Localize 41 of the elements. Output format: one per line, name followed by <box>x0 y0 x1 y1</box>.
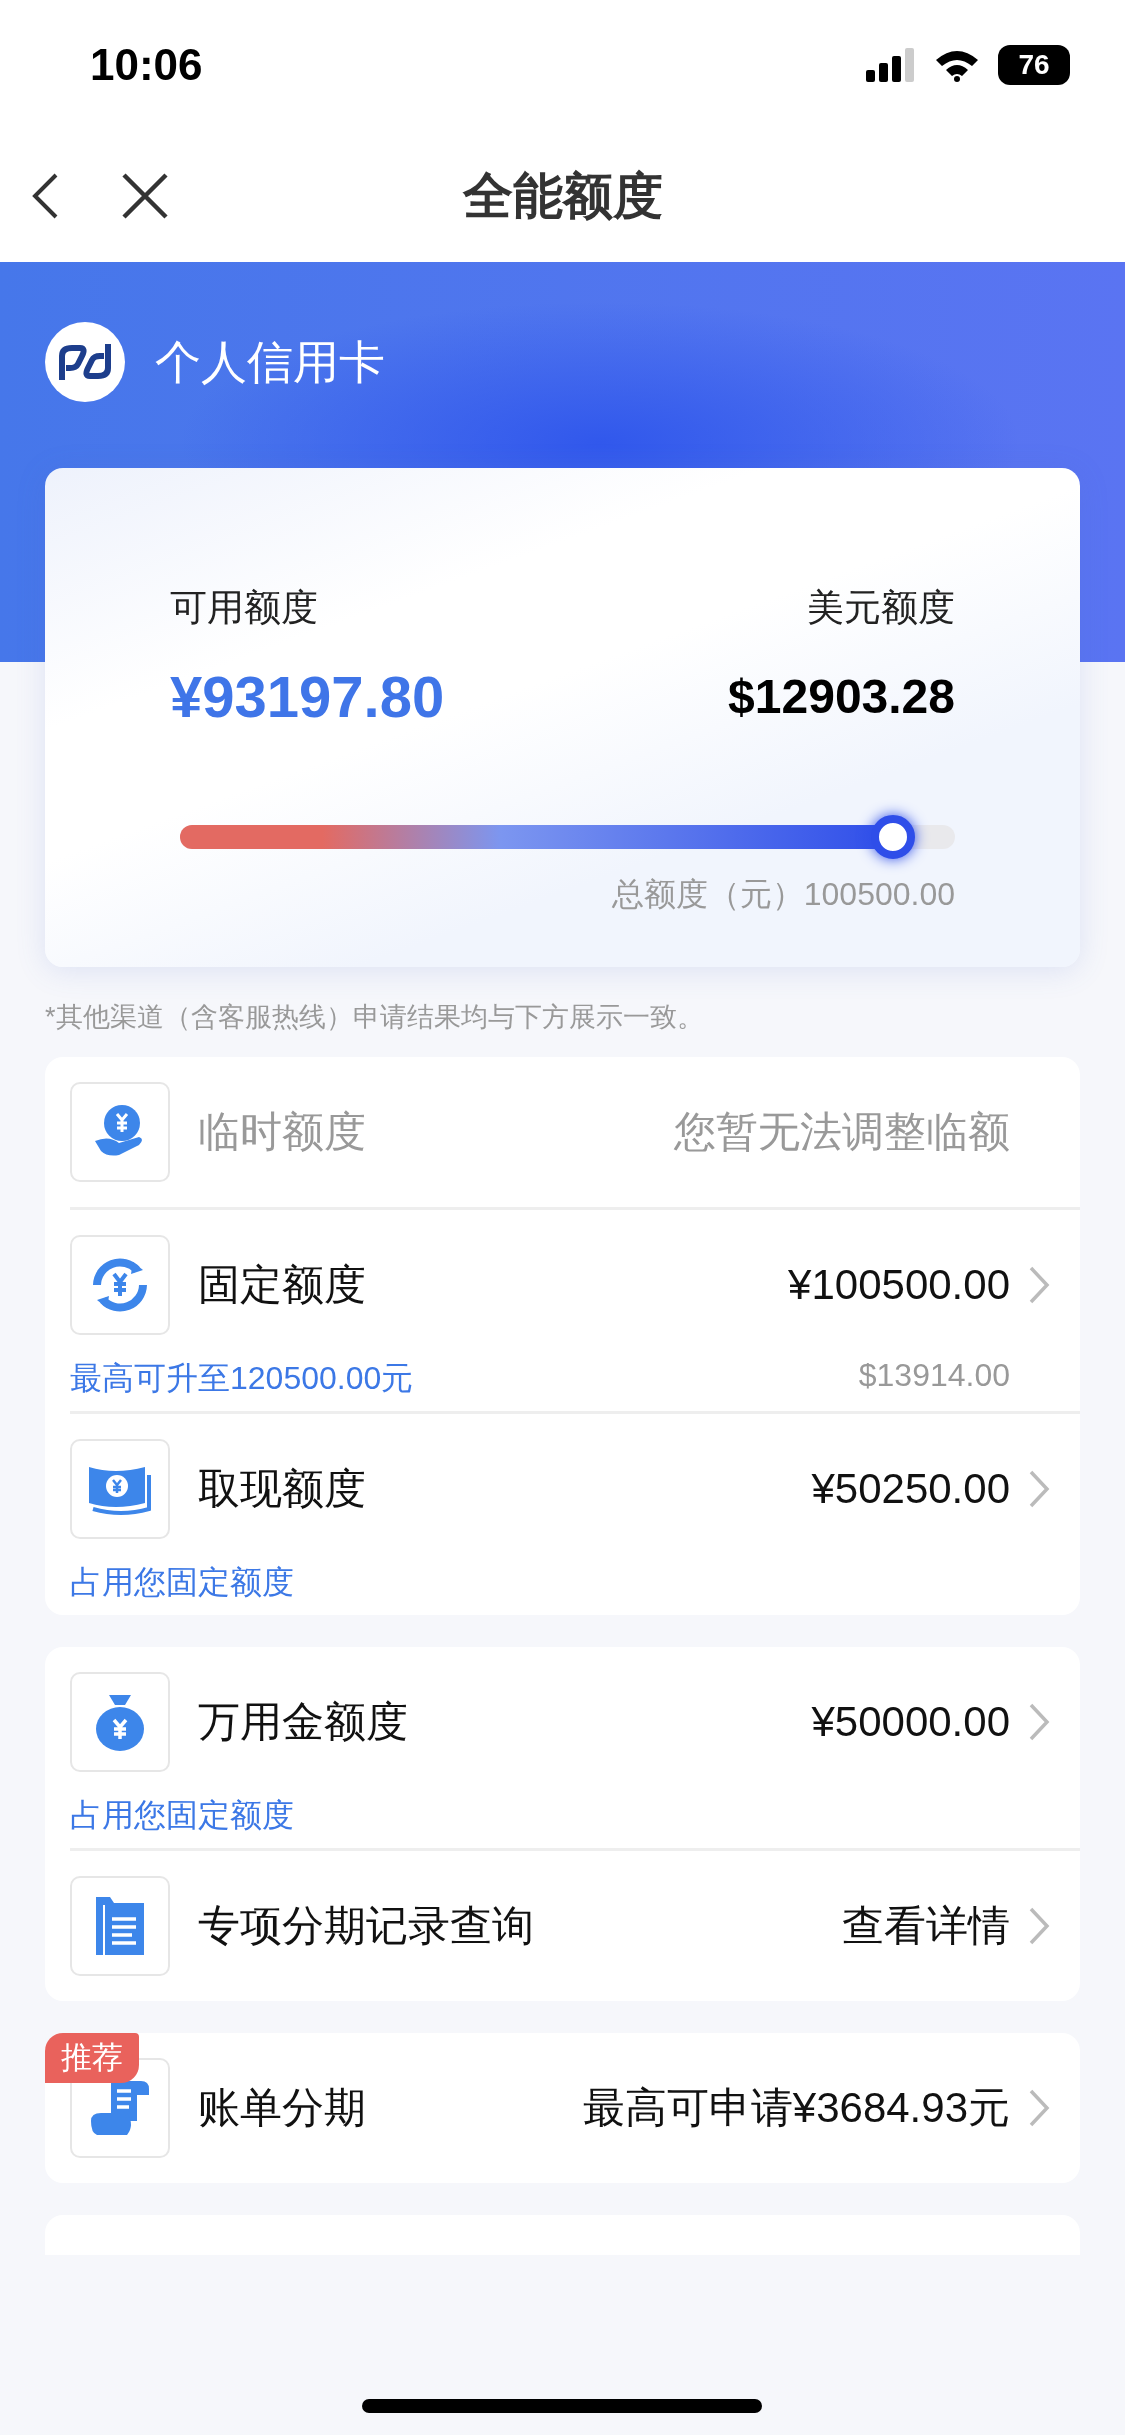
available-credit-amount: ¥93197.80 <box>170 663 445 730</box>
status-time: 10:06 <box>90 40 203 90</box>
chevron-right-icon <box>1028 1265 1050 1305</box>
chevron-right-icon <box>1028 2088 1050 2128</box>
row-note: 最高可升至120500.00元 <box>70 1359 414 1398</box>
slider-thumb <box>871 815 915 859</box>
available-credit-label: 可用额度 <box>170 586 318 630</box>
row-note: 占用您固定额度 <box>70 1796 294 1835</box>
chevron-right-icon <box>1028 1906 1050 1946</box>
total-credit-text: 总额度（元）100500.00 <box>611 875 955 914</box>
page-title: 全能额度 <box>462 166 663 226</box>
row-value: 最高可申请¥3684.93元 <box>582 2083 1010 2133</box>
row-value: 查看详情 <box>842 1901 1010 1951</box>
row-value: 您暂无法调整临额 <box>674 1107 1010 1157</box>
battery-indicator: 76 <box>998 45 1070 85</box>
chevron-right-icon <box>1028 1469 1050 1509</box>
close-button[interactable] <box>120 171 170 221</box>
credit-row[interactable]: 万用金额度 ¥50000.00 占用您固定额度 <box>70 1647 1080 1848</box>
recommend-badge: 推荐 <box>45 2033 139 2083</box>
row-label: 专项分期记录查询 <box>198 1901 535 1951</box>
credit-row[interactable]: 固定额度 ¥100500.00 最高可升至120500.00元 $13914.00 <box>70 1207 1080 1411</box>
row-label: 账单分期 <box>198 2083 367 2133</box>
row-label: 临时额度 <box>198 1107 367 1157</box>
notice-text: *其他渠道（含客服热线）申请结果均与下方展示一致。 <box>44 1001 705 1034</box>
row-value: ¥50000.00 <box>811 1698 1010 1746</box>
usd-credit-amount: $12903.28 <box>728 669 955 724</box>
row-label: 固定额度 <box>198 1260 367 1310</box>
row-label: 取现额度 <box>198 1464 367 1514</box>
back-button[interactable] <box>30 171 60 221</box>
credit-row[interactable]: 专项分期记录查询 查看详情 <box>70 1848 1080 2001</box>
row-note: 占用您固定额度 <box>70 1563 294 1602</box>
chevron-right-icon <box>1028 1702 1050 1742</box>
card-type-title: 个人信用卡 <box>155 335 385 390</box>
row-label: 万用金额度 <box>198 1697 409 1747</box>
credit-row[interactable]: 取现额度 ¥50250.00 占用您固定额度 <box>70 1411 1080 1615</box>
row-value: ¥100500.00 <box>788 1261 1010 1309</box>
wifi-icon <box>934 48 980 82</box>
signal-icon <box>866 48 916 82</box>
row-value: ¥50250.00 <box>811 1465 1010 1513</box>
row-usd-amount: $13914.00 <box>858 1357 1010 1395</box>
usd-credit-label: 美元额度 <box>807 586 955 630</box>
